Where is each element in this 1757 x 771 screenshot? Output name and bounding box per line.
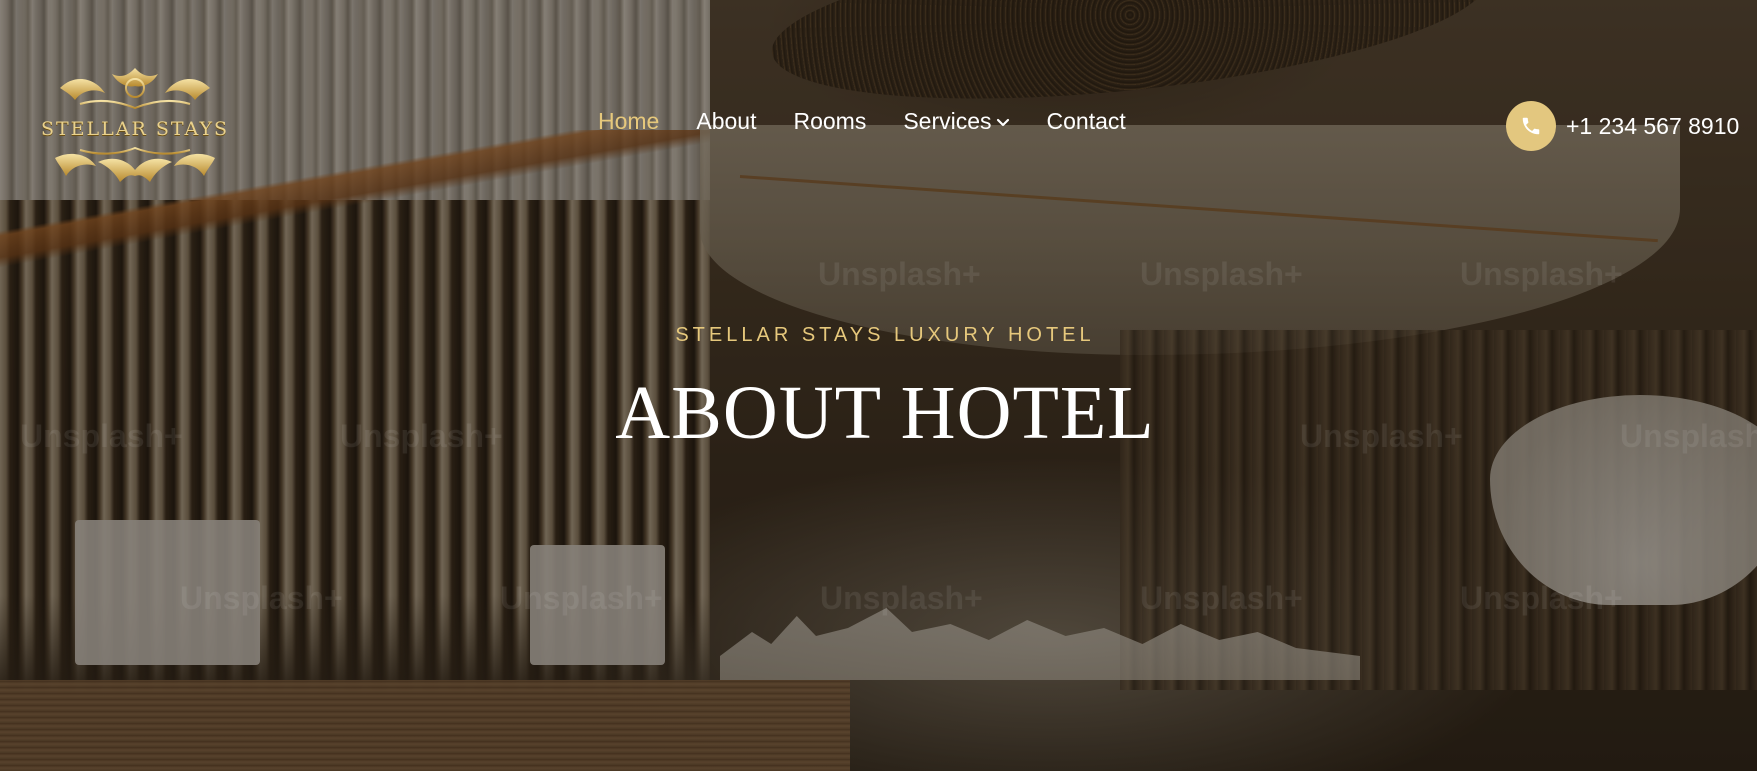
watermark: Unsplash+ [820,580,983,616]
logo-text: STELLAR STAYS [40,118,230,140]
phone-icon [1522,117,1540,135]
page-title: ABOUT HOTEL [615,371,1155,455]
watermark: Unsplash+ [818,256,981,292]
hero-section: Unsplash+ Unsplash+ Unsplash+ Unsplash+ … [0,0,1757,771]
phone-contact[interactable]: +1 234 567 8910 [1506,101,1739,151]
watermark: Unsplash+ [500,580,663,616]
nav-item-about[interactable]: About [696,108,756,135]
brand-logo[interactable]: STELLAR STAYS [40,58,230,193]
phone-icon-circle [1506,101,1556,151]
nav-item-home[interactable]: Home [598,108,659,135]
watermark: Unsplash+ [1140,580,1303,616]
watermark: Unsplash+ [1460,580,1623,616]
watermark: Unsplash+ [1460,256,1623,292]
hero-eyebrow: STELLAR STAYS LUXURY HOTEL [675,324,1095,346]
phone-number: +1 234 567 8910 [1566,112,1740,139]
nav-item-rooms[interactable]: Rooms [793,108,866,135]
watermark: Unsplash+ [180,580,343,616]
nav-item-contact[interactable]: Contact [1047,108,1126,135]
chevron-down-icon [996,118,1009,126]
site-header: STELLAR STAYS Home About Rooms Services … [0,0,1757,250]
nav-item-services-label: Services [903,108,992,134]
nav-item-services[interactable]: Services [903,108,1009,135]
watermark: Unsplash+ [1140,256,1303,292]
main-nav: Home About Rooms Services Contact [598,108,1126,135]
